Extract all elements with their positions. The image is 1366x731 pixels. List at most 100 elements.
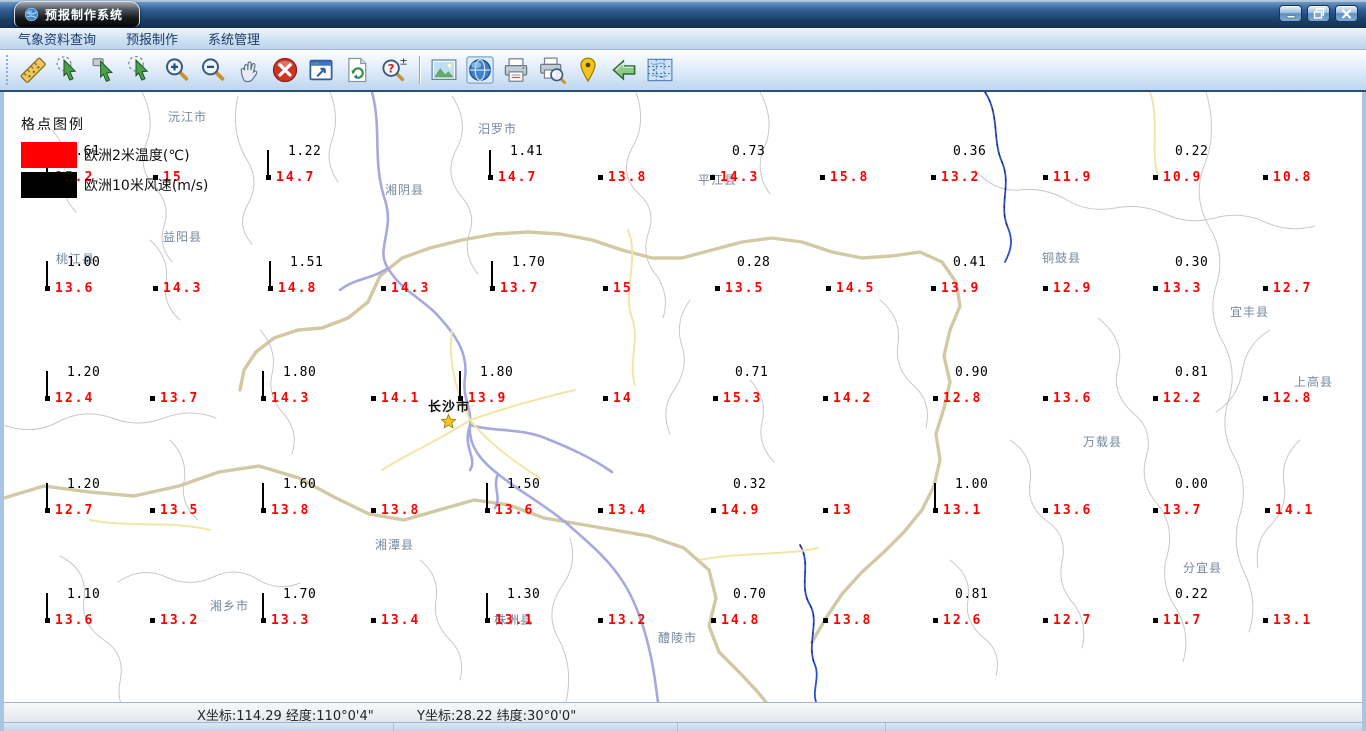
menu-forecast-production[interactable]: 预报制作 bbox=[118, 27, 186, 50]
new-window-button[interactable] bbox=[304, 53, 338, 87]
temperature-value: 15 bbox=[613, 281, 633, 296]
station-dot bbox=[710, 175, 715, 180]
wind-speed-value: 1.20 bbox=[67, 365, 101, 380]
full-extent-globe-button[interactable] bbox=[463, 53, 497, 87]
temperature-value: 13.3 bbox=[1163, 281, 1203, 296]
temperature-value: 13.8 bbox=[381, 503, 421, 518]
temperature-value: 15.8 bbox=[830, 170, 870, 185]
print-icon bbox=[504, 58, 528, 82]
place-label: 铜鼓县 bbox=[1042, 251, 1082, 265]
restore-button[interactable] bbox=[1307, 5, 1330, 22]
window-title-tab[interactable]: 预报制作系统 bbox=[14, 1, 141, 27]
svg-text:±: ± bbox=[399, 56, 407, 67]
full-extent-globe-icon bbox=[466, 56, 494, 84]
back-extent-button[interactable] bbox=[607, 53, 641, 87]
temperature-value: 12.8 bbox=[1273, 391, 1313, 406]
toolbar-grip[interactable] bbox=[6, 55, 10, 85]
temperature-value: 13.5 bbox=[160, 503, 200, 518]
temperature-value: 13.2 bbox=[608, 613, 648, 628]
stop-cancel-button[interactable] bbox=[268, 53, 302, 87]
station-dot bbox=[371, 508, 376, 513]
wind-barb bbox=[46, 261, 48, 287]
measure-ruler-button[interactable] bbox=[16, 53, 50, 87]
temperature-value: 14.3 bbox=[271, 391, 311, 406]
legend-swatch-temperature bbox=[21, 142, 77, 168]
legend-item-windspeed: 欧洲10米风速(m/s) bbox=[21, 172, 208, 198]
temperature-value: 14.3 bbox=[720, 170, 760, 185]
temperature-value: 13.6 bbox=[495, 503, 535, 518]
pan-hand-button[interactable] bbox=[232, 53, 266, 87]
map-canvas[interactable]: 沅江市 汨罗市 湘阴县 平江县 益阳县 桃江县 铜鼓县 宜丰县 上高县 万载县 湘潭县 湘乡市 株洲县醴… bbox=[4, 92, 1362, 702]
station-dot bbox=[1263, 175, 1268, 180]
station-dot bbox=[1153, 508, 1158, 513]
temperature-value: 13.6 bbox=[55, 613, 95, 628]
temperature-value: 14.9 bbox=[721, 503, 761, 518]
station-dot bbox=[1043, 508, 1048, 513]
restore-icon bbox=[1313, 8, 1324, 19]
wind-speed-value: 1.50 bbox=[507, 477, 541, 492]
export-image-button[interactable] bbox=[427, 53, 461, 87]
select-lasso-button[interactable] bbox=[124, 53, 158, 87]
place-label: 宜丰县 bbox=[1230, 305, 1270, 319]
menu-bar: 气象资料查询 预报制作 系统管理 bbox=[0, 28, 1366, 50]
temperature-value: 13.2 bbox=[160, 613, 200, 628]
menu-system-management[interactable]: 系统管理 bbox=[200, 27, 268, 50]
window-title: 预报制作系统 bbox=[45, 8, 124, 22]
temperature-value: 14.1 bbox=[1275, 503, 1315, 518]
zoom-query-button[interactable]: ? ± bbox=[376, 53, 410, 87]
menu-weather-data-query[interactable]: 气象资料查询 bbox=[10, 27, 104, 50]
station-dot bbox=[826, 286, 831, 291]
station-dot bbox=[1153, 286, 1158, 291]
wind-speed-value: 1.00 bbox=[67, 255, 101, 270]
minimize-button[interactable] bbox=[1279, 5, 1302, 22]
station-dot bbox=[823, 508, 828, 513]
station-dot bbox=[931, 286, 936, 291]
grid-legend: 格点图例 欧洲2米温度(℃) 欧洲10米风速(m/s) bbox=[21, 114, 208, 202]
locate-pin-button[interactable] bbox=[571, 53, 605, 87]
station-dot bbox=[823, 396, 828, 401]
wind-speed-value: 0.41 bbox=[953, 255, 987, 270]
wind-speed-value: 0.28 bbox=[737, 255, 771, 270]
temperature-value: 13.8 bbox=[833, 613, 873, 628]
station-dot bbox=[1263, 618, 1268, 623]
wind-speed-value: 1.60 bbox=[283, 477, 317, 492]
title-bar[interactable]: 预报制作系统 bbox=[0, 0, 1366, 28]
print-button[interactable] bbox=[499, 53, 533, 87]
strip-divider bbox=[677, 723, 678, 731]
station-dot bbox=[1043, 175, 1048, 180]
temperature-value: 12.2 bbox=[1163, 391, 1203, 406]
station-dot bbox=[1043, 286, 1048, 291]
wind-barb bbox=[267, 150, 269, 176]
legend-swatch-windspeed bbox=[21, 172, 77, 198]
zoom-in-button[interactable] bbox=[160, 53, 194, 87]
temperature-value: 11.9 bbox=[1053, 170, 1093, 185]
wind-barb bbox=[262, 371, 264, 397]
close-button[interactable] bbox=[1335, 5, 1358, 22]
station-dot bbox=[715, 286, 720, 291]
station-dot bbox=[820, 175, 825, 180]
place-label: 湘阴县 bbox=[385, 183, 425, 197]
select-rect-icon bbox=[92, 58, 113, 83]
print-preview-button[interactable] bbox=[535, 53, 569, 87]
select-pointer-button[interactable] bbox=[52, 53, 86, 87]
temperature-value: 13.2 bbox=[941, 170, 981, 185]
temperature-value: 14 bbox=[613, 391, 633, 406]
station-dot bbox=[598, 618, 603, 623]
wind-speed-value: 1.30 bbox=[507, 587, 541, 602]
temperature-value: 13.5 bbox=[725, 281, 765, 296]
locate-pin-icon bbox=[580, 57, 596, 83]
print-preview-icon bbox=[540, 57, 566, 84]
refresh-layers-button[interactable] bbox=[340, 53, 374, 87]
strip-divider bbox=[885, 723, 886, 731]
zoom-query-icon: ? ± bbox=[382, 56, 408, 82]
legend-label-windspeed: 欧洲10米风速(m/s) bbox=[84, 178, 209, 194]
wind-speed-value: 0.81 bbox=[1175, 365, 1209, 380]
place-label: 湘乡市 bbox=[210, 599, 250, 613]
station-dot bbox=[1153, 618, 1158, 623]
temperature-value: 14.2 bbox=[833, 391, 873, 406]
station-dot bbox=[150, 508, 155, 513]
grid-map-button[interactable] bbox=[643, 53, 677, 87]
svg-text:?: ? bbox=[388, 62, 395, 76]
select-rect-button[interactable] bbox=[88, 53, 122, 87]
zoom-out-button[interactable] bbox=[196, 53, 230, 87]
